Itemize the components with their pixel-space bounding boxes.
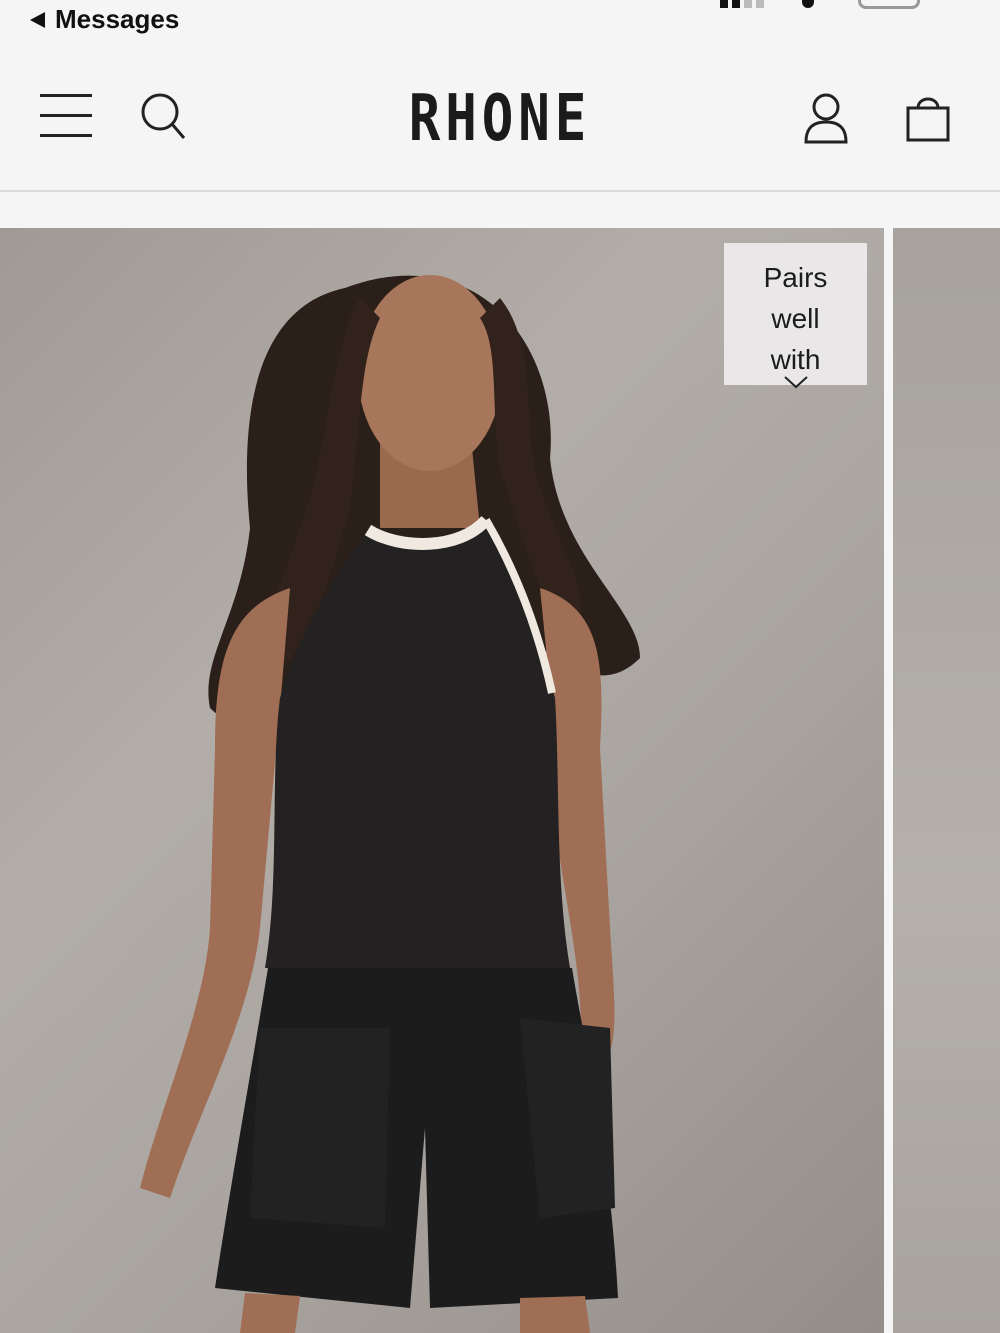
location-icon xyxy=(802,0,814,8)
shopping-bag-icon[interactable] xyxy=(904,90,952,144)
user-account-icon[interactable] xyxy=(802,92,850,146)
back-to-messages-button[interactable]: Messages xyxy=(30,4,179,35)
site-header: RHONE xyxy=(0,44,1000,192)
brand-logo[interactable]: RHONE xyxy=(90,82,910,156)
next-product-image[interactable] xyxy=(893,228,1000,1333)
back-label: Messages xyxy=(55,4,180,34)
back-arrow-icon xyxy=(30,11,45,28)
status-bar: Messages xyxy=(0,0,1000,44)
signal-strength-icon xyxy=(720,0,764,8)
battery-icon xyxy=(858,0,920,9)
product-image[interactable] xyxy=(0,228,884,1333)
pairs-well-with-button[interactable]: Pairs well with xyxy=(724,243,867,389)
hamburger-menu-icon[interactable] xyxy=(40,94,94,140)
status-icons xyxy=(720,0,930,12)
product-photo xyxy=(140,275,640,1333)
pairs-well-with-label: Pairs well with xyxy=(763,262,828,375)
